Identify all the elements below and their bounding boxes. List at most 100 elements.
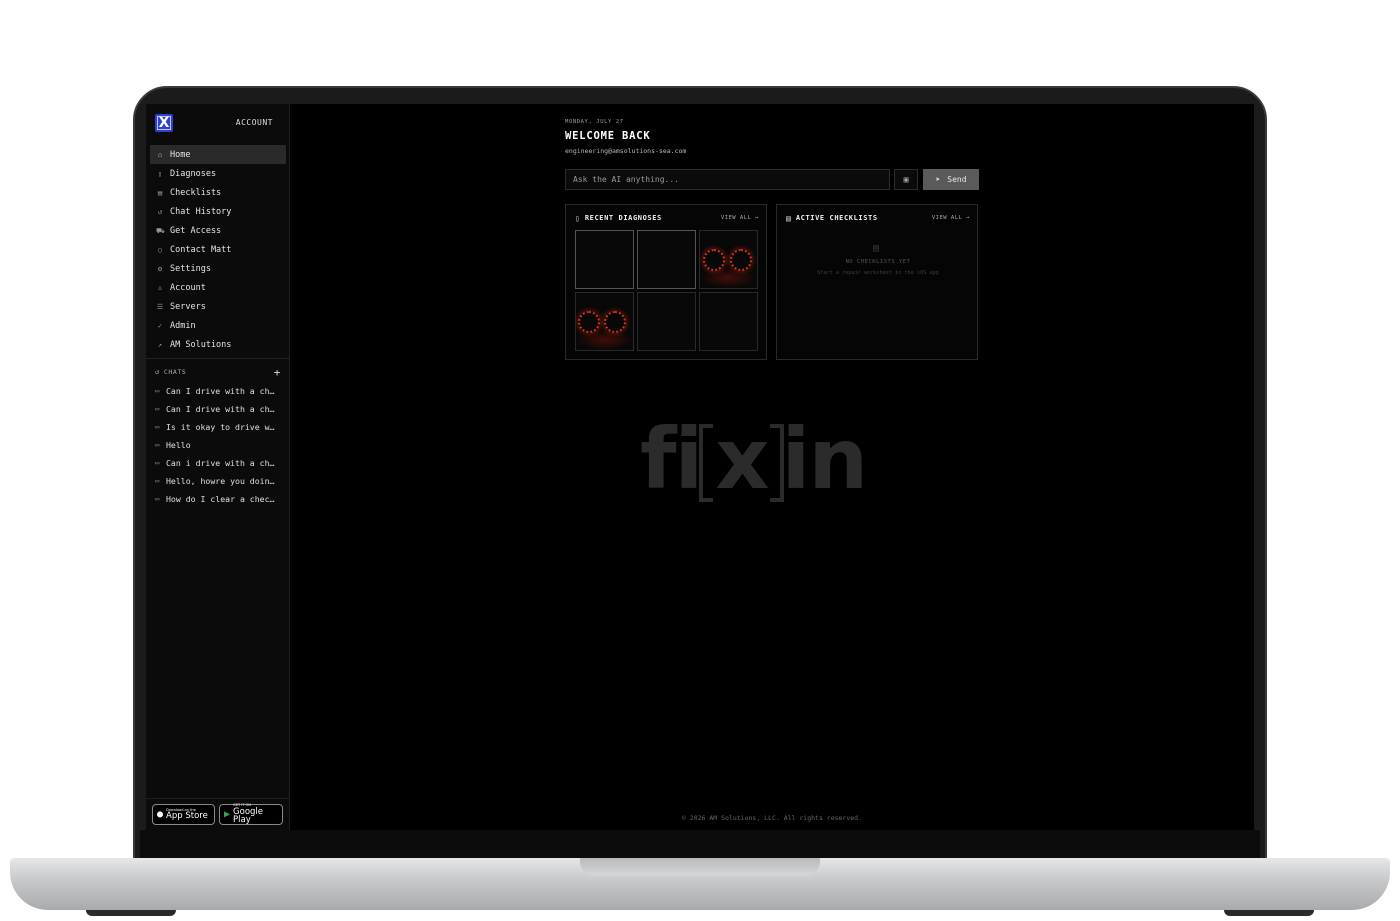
chat-list: ▭ Can I drive with a ch… ▭ Can I drive wit… [150,382,286,508]
clipboard-icon: ▤ [873,243,880,254]
sidebar: X ACCOUNT ⌂ Home ▯ Diagnoses ▤ Checklists ↺… [146,104,290,830]
sidebar-item-label: Settings [170,263,211,274]
sidebar-item-label: Get Access [170,225,222,236]
chat-title: Can I drive with a ch… [166,404,275,414]
app-store-button[interactable]: ● Download on the App Store [152,804,215,825]
home-icon: ⌂ [157,150,163,159]
card-header: ▯ RECENT DIAGNOSES VIEW ALL → [575,213,759,223]
history-icon: ↺ [157,207,163,216]
card-title: RECENT DIAGNOSES [584,214,662,222]
send-icon: ➤ [935,175,941,184]
copyright-footer: © 2026 AM Solutions, LLC. All rights res… [681,814,862,822]
chat-item[interactable]: ▭ Hello, howre you doin… [150,472,286,490]
clipboard-icon: ▤ [157,188,163,197]
image-icon: ▣ [903,175,909,184]
cart-icon: ⛟ [156,226,165,235]
diagnosis-thumbnail[interactable] [699,292,758,351]
sidebar-item-label: AM Solutions [170,339,232,350]
attach-image-button[interactable]: ▣ [894,169,918,190]
send-button[interactable]: ➤ Send [923,169,979,190]
dashboard-photo-glow [576,330,633,350]
sidebar-item-account[interactable]: ♙ Account [150,278,286,297]
sidebar-item-diagnoses[interactable]: ▯ Diagnoses [150,164,286,183]
chat-title: Can I drive with a ch… [166,386,275,396]
sidebar-item-label: Checklists [170,187,222,198]
diagnosis-thumbnail[interactable] [575,230,634,289]
phone-icon: ▯ [575,213,580,223]
sidebar-item-label: Contact Matt [170,244,232,255]
chat-item[interactable]: ▭ Is it okay to drive w… [150,418,286,436]
sidebar-item-label: Servers [170,301,206,312]
sidebar-item-contact-matt[interactable]: ○ Contact Matt [150,240,286,259]
chats-label: CHATS [163,368,187,376]
chat-item[interactable]: ▭ Can i drive with a ch… [150,454,286,472]
sidebar-item-chat-history[interactable]: ↺ Chat History [150,202,286,221]
fixin-wordmark: fi x in [640,410,868,508]
gear-icon: ⚙ [157,264,163,273]
gauge-shape [730,249,752,271]
store-badges: ● Download on the App Store ▶ GET IT ON … [146,798,290,830]
chat-title: Hello, howre you doin… [166,476,275,486]
dashboard-photo-glow [700,268,757,288]
laptop-bezel [140,830,1260,860]
account-link[interactable]: ACCOUNT [236,118,273,127]
google-play-button[interactable]: ▶ GET IT ON Google Play [219,804,283,825]
chat-title: Is it okay to drive w… [166,422,275,432]
apple-icon: ● [157,809,164,820]
diagnosis-thumbnail[interactable] [637,230,696,289]
chat-item[interactable]: ▭ How do I clear a chec… [150,490,286,508]
message-square-icon: ▭ [155,495,160,503]
server-icon: ☰ [156,302,164,311]
diagnosis-thumbnail[interactable] [575,292,634,351]
view-all-diagnoses-link[interactable]: VIEW ALL → [721,215,759,221]
laptop-opening-notch [580,858,820,876]
history-icon: ↺ [155,368,160,376]
active-checklists-card: ▤ ACTIVE CHECKLISTS VIEW ALL → ▤ NO CHEC… [776,204,978,360]
sidebar-item-checklists[interactable]: ▤ Checklists [150,183,286,202]
send-label: Send [947,175,967,184]
chat-title: How do I clear a chec… [166,494,275,504]
chat-item[interactable]: ▭ Can I drive with a ch… [150,382,286,400]
sidebar-item-admin[interactable]: ✓ Admin [150,316,286,335]
phone-icon: ▯ [157,169,163,178]
ask-ai-input[interactable] [565,169,890,190]
user-email: engineering@amsolutions-sea.com [565,147,687,155]
diagnosis-thumbnail[interactable] [699,230,758,289]
shield-check-icon: ✓ [157,321,163,330]
message-square-icon: ▭ [155,477,160,485]
diagnosis-thumbnail[interactable] [637,292,696,351]
main-content: MONDAY, JULY 27 WELCOME BACK engineering… [290,104,1254,830]
fixin-logo[interactable]: X [155,114,173,132]
user-icon: ♙ [157,283,163,292]
card-title: ACTIVE CHECKLISTS [795,214,878,222]
sidebar-header: X ACCOUNT [146,104,290,140]
google-play-big: Google Play [233,806,264,826]
sidebar-item-get-access[interactable]: ⛟ Get Access [150,221,286,240]
current-date: MONDAY, JULY 27 [565,119,624,125]
sidebar-item-home[interactable]: ⌂ Home [150,145,286,164]
sidebar-item-label: Diagnoses [170,168,217,179]
message-square-icon: ▭ [155,387,160,395]
sidebar-item-servers[interactable]: ☰ Servers [150,297,286,316]
card-header: ▤ ACTIVE CHECKLISTS VIEW ALL → [786,213,970,223]
sidebar-item-label: Home [170,149,191,160]
sidebar-item-am-solutions[interactable]: ↗ AM Solutions [150,335,286,354]
message-circle-icon: ○ [157,245,163,254]
new-chat-button[interactable]: + [274,366,281,379]
message-square-icon: ▭ [155,441,160,449]
chat-item[interactable]: ▭ Can I drive with a ch… [150,400,286,418]
sidebar-nav: ⌂ Home ▯ Diagnoses ▤ Checklists ↺ Chat Histo… [150,145,286,354]
laptop-foot [1224,910,1314,916]
sidebar-item-label: Chat History [170,206,232,217]
sidebar-item-settings[interactable]: ⚙ Settings [150,259,286,278]
message-square-icon: ▭ [155,459,160,467]
empty-state-subtitle: Start a repair worksheet in the iOS app [817,270,939,276]
chat-title: Hello [166,440,191,450]
view-all-checklists-link[interactable]: VIEW ALL → [932,215,970,221]
external-link-icon: ↗ [157,340,163,349]
sidebar-divider [146,358,290,359]
page-title: WELCOME BACK [565,130,651,142]
empty-state-title: NO CHECKLISTS YET [845,259,911,265]
gauge-shape [578,311,600,333]
chat-item[interactable]: ▭ Hello [150,436,286,454]
